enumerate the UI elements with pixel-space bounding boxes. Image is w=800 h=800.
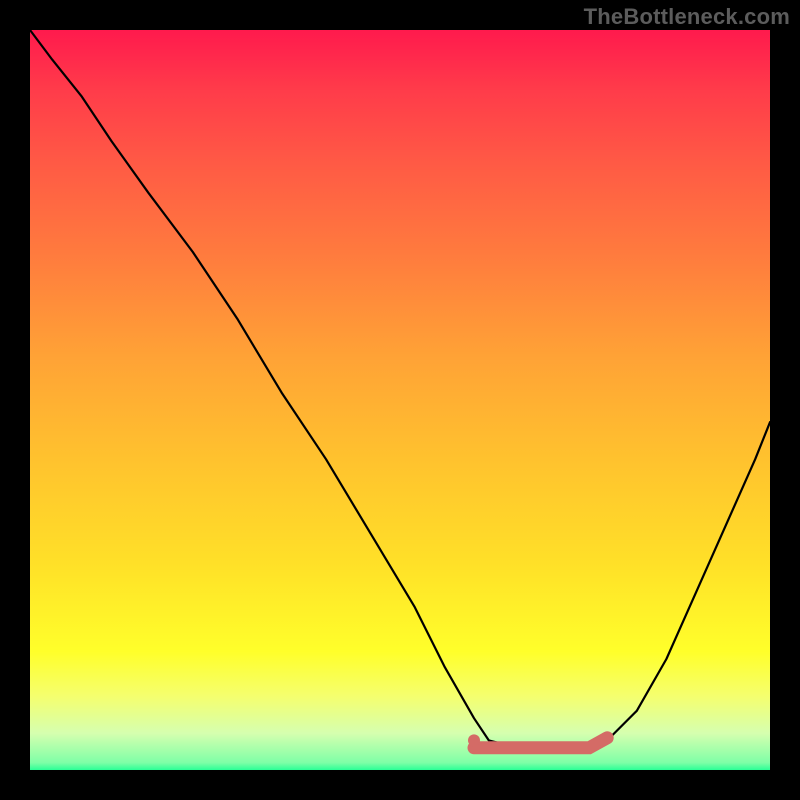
optimal-range-marker bbox=[474, 738, 607, 748]
watermark-text: TheBottleneck.com bbox=[584, 4, 790, 30]
plot-area bbox=[30, 30, 770, 770]
chart-frame: TheBottleneck.com bbox=[0, 0, 800, 800]
bottleneck-curve bbox=[30, 30, 770, 748]
chart-svg bbox=[30, 30, 770, 770]
optimal-point-marker bbox=[468, 734, 480, 746]
